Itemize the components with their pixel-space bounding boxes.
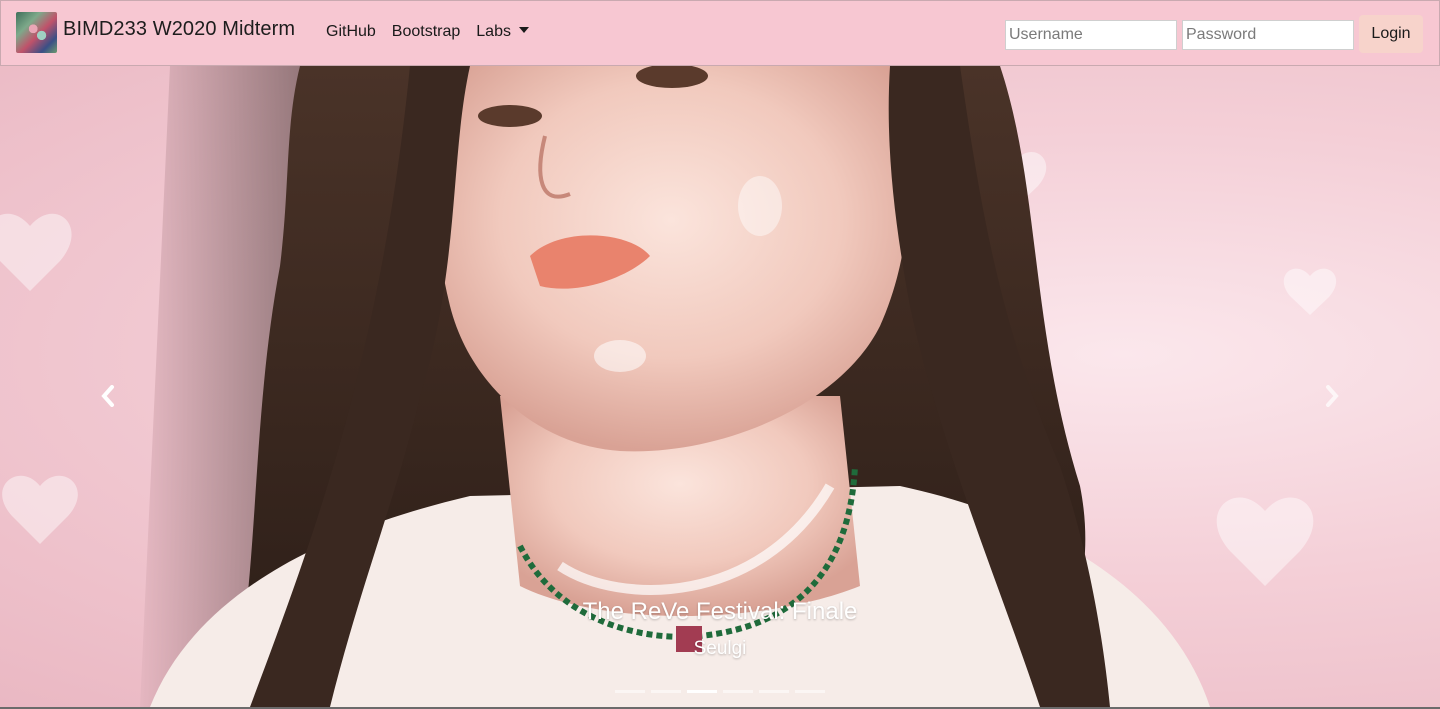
carousel-indicator[interactable] <box>615 690 645 693</box>
nav-link-github[interactable]: GitHub <box>326 23 376 41</box>
nav-dropdown-labs[interactable]: Labs <box>476 23 529 41</box>
login-button[interactable]: Login <box>1359 15 1423 53</box>
navbar: BIMD233 W2020 Midterm GitHub Bootstrap L… <box>0 0 1440 66</box>
carousel-indicator[interactable] <box>651 690 681 693</box>
carousel-caption-subtitle: Seulgi <box>693 638 747 659</box>
password-input[interactable] <box>1182 19 1354 50</box>
brand[interactable]: BIMD233 W2020 Midterm <box>16 12 295 53</box>
carousel-indicators <box>615 690 831 693</box>
brand-title[interactable]: BIMD233 W2020 Midterm <box>63 18 295 41</box>
carousel-caption-title: The ReVe Festival: Finale <box>582 598 858 625</box>
carousel-indicator-active[interactable] <box>687 690 717 693</box>
carousel-indicator[interactable] <box>795 690 825 693</box>
brand-logo-image[interactable] <box>16 12 57 53</box>
caret-down-icon <box>518 27 529 33</box>
carousel-indicator[interactable] <box>723 690 753 693</box>
carousel-prev-control[interactable] <box>93 381 123 411</box>
carousel: The ReVe Festival: Finale Seulgi <box>0 66 1440 707</box>
nav-dropdown-labs-label: Labs <box>476 23 511 40</box>
login-form: Login <box>1005 15 1423 53</box>
nav-link-bootstrap[interactable]: Bootstrap <box>392 23 460 41</box>
chevron-left-icon <box>101 385 114 407</box>
nav-links: GitHub Bootstrap Labs <box>326 23 545 41</box>
username-input[interactable] <box>1005 19 1177 50</box>
carousel-next-control[interactable] <box>1317 381 1347 411</box>
chevron-right-icon <box>1326 385 1339 407</box>
carousel-indicator[interactable] <box>759 690 789 693</box>
